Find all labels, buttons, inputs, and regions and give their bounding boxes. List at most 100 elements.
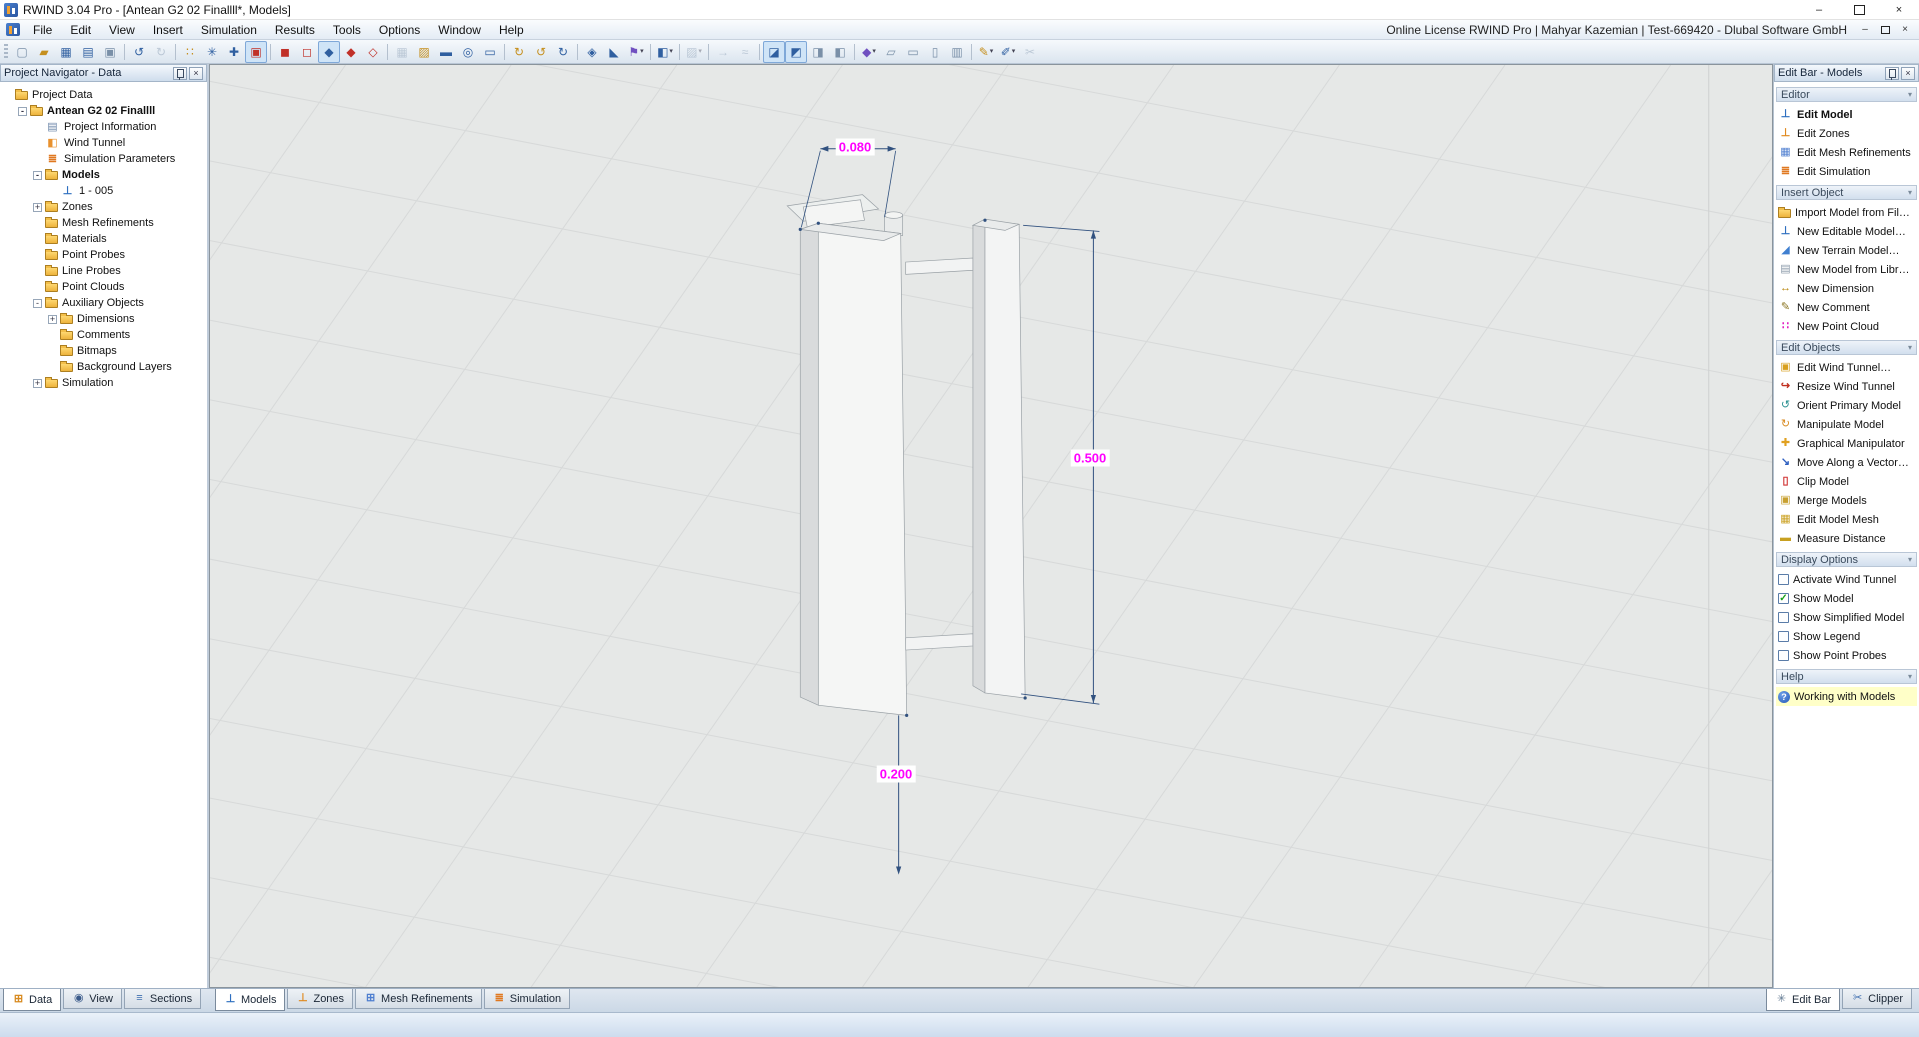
edit-model-button[interactable]: ◆ [318, 41, 340, 63]
mdi-restore-button[interactable] [1875, 21, 1895, 38]
tree-item[interactable]: - Models [0, 167, 207, 183]
message-window-button[interactable]: ▭ [479, 41, 501, 63]
isometric-view-button[interactable]: ◈ [581, 41, 603, 63]
panel-tab[interactable]: Clipper [1842, 989, 1912, 1009]
mdi-close-button[interactable]: × [1895, 21, 1915, 38]
editbar-item[interactable]: Clip Model [1776, 472, 1917, 491]
view-plane-xz-button[interactable]: ◩ [785, 41, 807, 63]
view-direction-cube-button[interactable]: ◧▾ [654, 41, 676, 63]
editbar-item[interactable]: New Editable Model… [1776, 222, 1917, 241]
display-flags-button[interactable]: ⚑▾ [625, 41, 647, 63]
close-button[interactable]: × [1879, 0, 1919, 19]
tree-item[interactable]: Project Data [0, 87, 207, 103]
tree-item[interactable]: Project Information [0, 119, 207, 135]
tree-item[interactable]: + Zones [0, 199, 207, 215]
delete-model-button[interactable]: ◻ [296, 41, 318, 63]
section-header[interactable]: Display Options ▾ [1776, 552, 1917, 567]
panel-tab[interactable]: Edit Bar [1766, 989, 1840, 1011]
clip-face-left-button[interactable]: ▱ [880, 41, 902, 63]
editbar-item[interactable]: Manipulate Model [1776, 415, 1917, 434]
menu-item[interactable]: File [24, 21, 61, 39]
tree-item[interactable]: - Auxiliary Objects [0, 295, 207, 311]
snap-points-button[interactable]: ∷ [179, 41, 201, 63]
editbar-item[interactable]: Edit Mesh Refinements [1776, 143, 1917, 162]
section-header[interactable]: Help ▾ [1776, 669, 1917, 684]
zoom-region-button[interactable]: ◎ [457, 41, 479, 63]
editbar-item[interactable]: Graphical Manipulator [1776, 434, 1917, 453]
editbar-item[interactable]: Edit Wind Tunnel… [1776, 358, 1917, 377]
perspective-view-button[interactable]: ◣ [603, 41, 625, 63]
editbar-item[interactable]: Orient Primary Model [1776, 396, 1917, 415]
menu-item[interactable]: Simulation [192, 21, 266, 39]
tree-item[interactable]: Point Clouds [0, 279, 207, 295]
editbar-item[interactable]: New Point Cloud [1776, 317, 1917, 336]
layer-stack-button[interactable]: ≈ [734, 41, 756, 63]
menu-item[interactable]: Window [429, 21, 490, 39]
annotation-edit-button[interactable]: ✎▾ [975, 41, 997, 63]
restore-button[interactable] [1839, 0, 1879, 19]
tree-item[interactable]: Point Probes [0, 247, 207, 263]
rotate-ccw-button[interactable]: ↺ [530, 41, 552, 63]
toolbar-grip[interactable] [4, 44, 8, 60]
new-file-button[interactable]: ▢ [11, 41, 33, 63]
navigator-close-button[interactable]: × [189, 67, 203, 80]
pin-button[interactable] [1885, 67, 1899, 80]
editbar-item[interactable]: Show Model [1776, 589, 1917, 608]
mdi-minimize-button[interactable]: – [1855, 21, 1875, 38]
tree-item[interactable]: - Antean G2 02 Finallll [0, 103, 207, 119]
tree-item[interactable]: Wind Tunnel [0, 135, 207, 151]
editbar-item[interactable]: New Terrain Model… [1776, 241, 1917, 260]
editbar-item[interactable]: Edit Model Mesh [1776, 510, 1917, 529]
export-image-button[interactable]: ▦ [391, 41, 413, 63]
tree-expander[interactable]: + [48, 315, 57, 324]
wind-tunnel-box-button[interactable]: ▣ [245, 41, 267, 63]
editbar-item[interactable]: Edit Zones [1776, 124, 1917, 143]
tree-item[interactable]: Simulation Parameters [0, 151, 207, 167]
tree-item[interactable]: Background Layers [0, 359, 207, 375]
print-button[interactable]: ▣ [99, 41, 121, 63]
editbar-item[interactable]: Edit Simulation [1776, 162, 1917, 181]
edit-zones-button[interactable]: ◆ [340, 41, 362, 63]
section-header[interactable]: Insert Object ▾ [1776, 185, 1917, 200]
view-plane-xy-button[interactable]: ◪ [763, 41, 785, 63]
tree-expander[interactable]: - [33, 299, 42, 308]
navigator-tab[interactable]: Data [3, 989, 61, 1011]
result-vectors-button[interactable]: → [712, 41, 734, 63]
editbar-item[interactable]: New Model from Libr… [1776, 260, 1917, 279]
minimize-button[interactable]: – [1799, 0, 1839, 19]
viewport-tab[interactable]: Zones [287, 989, 353, 1009]
editbar-item[interactable]: Measure Distance [1776, 529, 1917, 548]
editbar-item[interactable]: Merge Models [1776, 491, 1917, 510]
section-header[interactable]: Editor ▾ [1776, 87, 1917, 102]
rotate-cw-button[interactable]: ↻ [508, 41, 530, 63]
editbar-item[interactable]: Show Simplified Model [1776, 608, 1917, 627]
editbar-item[interactable]: Show Point Probes [1776, 646, 1917, 665]
pen-settings-button[interactable]: ✐▾ [997, 41, 1019, 63]
tree-item[interactable]: Line Probes [0, 263, 207, 279]
editbar-item[interactable]: Show Legend [1776, 627, 1917, 646]
viewport-canvas[interactable]: 0.080 0.500 0.200 [209, 64, 1773, 988]
cut-tool-button[interactable]: ✂ [1019, 41, 1041, 63]
editbar-item[interactable]: New Dimension [1776, 279, 1917, 298]
editbar-item[interactable]: Import Model from Fil… [1776, 203, 1917, 222]
pin-button[interactable] [173, 67, 187, 80]
clip-face-right-button[interactable]: ▭ [902, 41, 924, 63]
tree-item[interactable]: + Dimensions [0, 311, 207, 327]
editbar-item[interactable]: Resize Wind Tunnel [1776, 377, 1917, 396]
navigator-tab[interactable]: Sections [124, 989, 201, 1009]
tree-item[interactable]: Bitmaps [0, 343, 207, 359]
clipping-box-button[interactable]: ◆▾ [858, 41, 880, 63]
menu-item[interactable]: Tools [324, 21, 370, 39]
tree-item[interactable]: 1 - 005 [0, 183, 207, 199]
hatch-display-button[interactable]: ▨▾ [683, 41, 705, 63]
menu-item[interactable]: Help [490, 21, 533, 39]
undo-button[interactable]: ↺ [128, 41, 150, 63]
menu-item[interactable]: View [100, 21, 144, 39]
work-plane-button[interactable]: ✳ [201, 41, 223, 63]
editbar-close-button[interactable]: × [1901, 67, 1915, 80]
edit-mesh-button[interactable]: ◇ [362, 41, 384, 63]
section-header[interactable]: Edit Objects ▾ [1776, 340, 1917, 355]
tree-expander[interactable]: + [33, 379, 42, 388]
editbar-item[interactable]: Edit Model [1776, 105, 1917, 124]
viewport-tab[interactable]: Simulation [484, 989, 570, 1009]
